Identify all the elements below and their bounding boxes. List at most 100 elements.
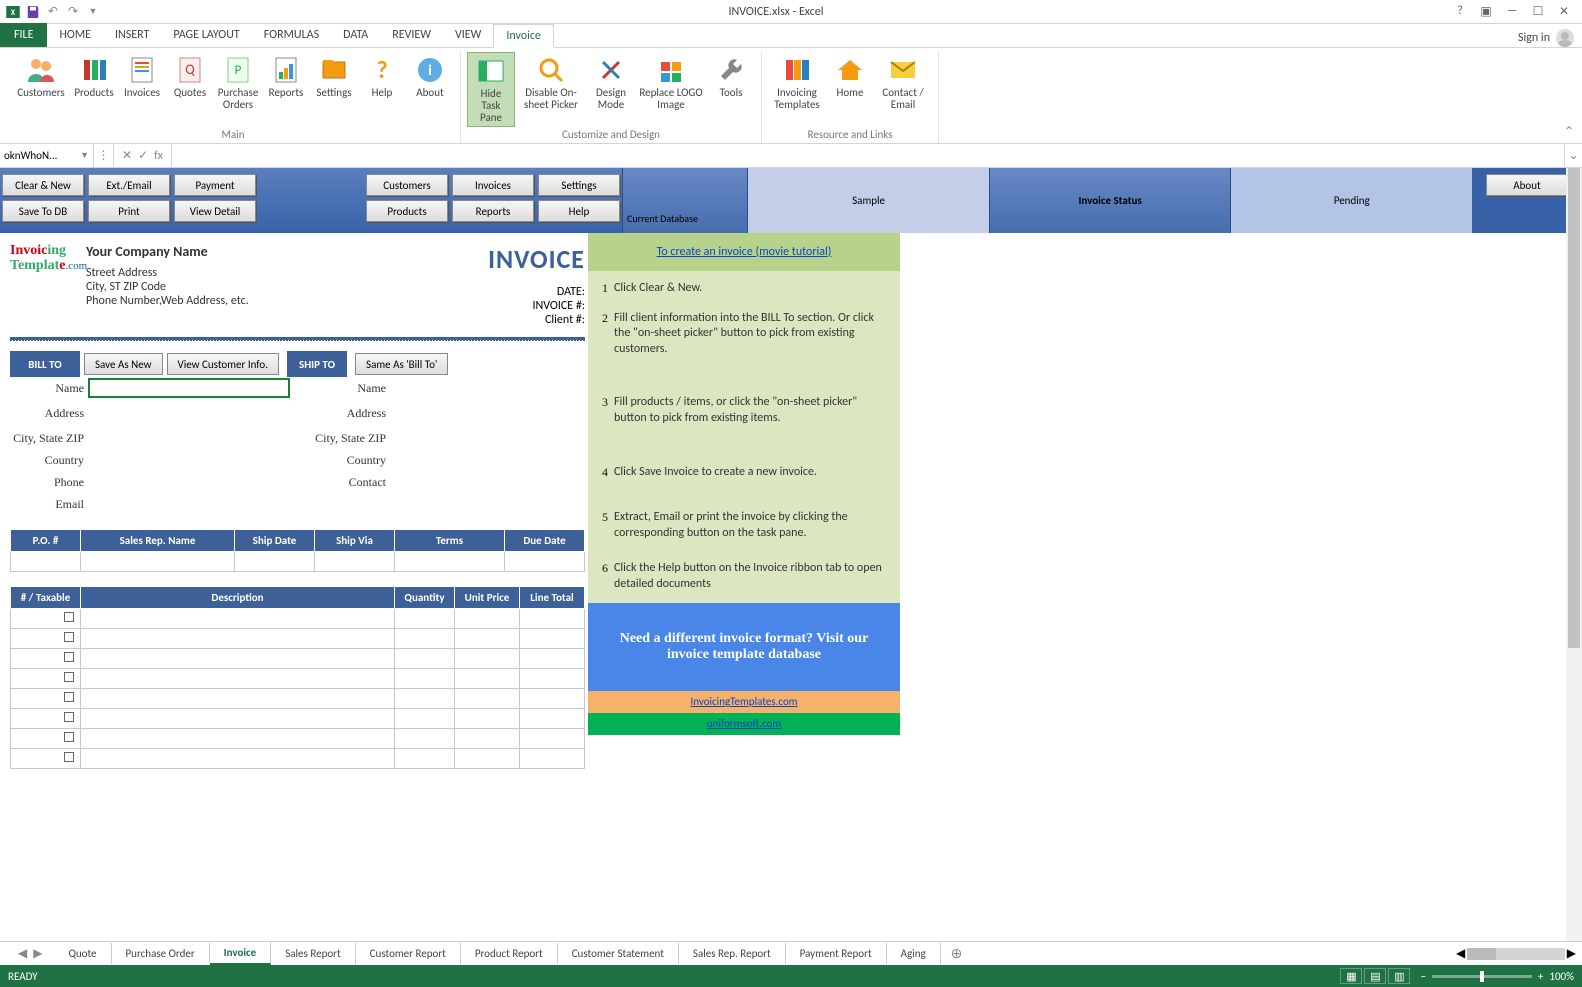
add-sheet-icon[interactable]: ⊕ [941, 945, 973, 962]
checkbox-icon[interactable] [64, 672, 74, 682]
undo-icon[interactable]: ↶ [44, 3, 62, 21]
formula-input[interactable] [172, 144, 1564, 167]
tab-data[interactable]: DATA [331, 23, 380, 47]
invoices-panel-button[interactable]: Invoices [452, 174, 534, 196]
help-icon[interactable]: ? [1450, 4, 1470, 19]
name-box[interactable]: ▼ [0, 144, 94, 167]
tab-review[interactable]: REVIEW [380, 23, 443, 47]
sign-in[interactable]: Sign in [1518, 29, 1582, 47]
tab-view[interactable]: VIEW [443, 23, 493, 47]
about-button[interactable]: iAbout [406, 52, 454, 113]
tab-formulas[interactable]: FORMULAS [252, 23, 331, 47]
help-panel-button[interactable]: Help [538, 200, 620, 222]
hide-task-pane-button[interactable]: Hide Task Pane [467, 52, 515, 127]
save-as-new-button[interactable]: Save As New [84, 353, 163, 375]
sheet-sales-report[interactable]: Sales Report [271, 943, 355, 964]
disable-picker-button[interactable]: Disable On-sheet Picker [515, 52, 587, 127]
checkbox-icon[interactable] [64, 652, 74, 662]
checkbox-icon[interactable] [64, 692, 74, 702]
products-panel-button[interactable]: Products [366, 200, 448, 222]
same-as-bill-button[interactable]: Same As 'Bill To' [355, 353, 448, 375]
zoom-value[interactable]: 100% [1549, 970, 1574, 983]
meta-invoice-no: INVOICE #: [488, 299, 585, 313]
customers-button[interactable]: Customers [12, 52, 70, 113]
page-break-icon[interactable]: ▥ [1388, 968, 1410, 984]
contact-button[interactable]: Contact / Email [874, 52, 932, 113]
qat-dropdown-icon[interactable]: ▼ [84, 3, 102, 21]
clear-new-button[interactable]: Clear & New [2, 174, 84, 196]
tab-page-layout[interactable]: PAGE LAYOUT [161, 23, 251, 47]
current-db-value: Sample [852, 194, 885, 207]
dropdown-icon[interactable]: ⋮ [98, 148, 110, 163]
home-button[interactable]: Home [826, 52, 874, 113]
redo-icon[interactable]: ↷ [64, 3, 82, 21]
sheet-product-report[interactable]: Product Report [461, 943, 558, 964]
print-button[interactable]: Print [88, 200, 170, 222]
invoices-button[interactable]: Invoices [118, 52, 166, 113]
name-input[interactable] [4, 149, 74, 162]
view-detail-button[interactable]: View Detail [174, 200, 256, 222]
sheet-quote[interactable]: Quote [54, 943, 111, 964]
normal-view-icon[interactable]: ▦ [1340, 968, 1362, 984]
file-tab[interactable]: FILE [0, 23, 47, 47]
ext-email-button[interactable]: Ext./Email [88, 174, 170, 196]
invoicing-templates-button[interactable]: Invoicing Templates [768, 52, 826, 113]
payment-button[interactable]: Payment [174, 174, 256, 196]
help-button[interactable]: ?Help [358, 52, 406, 113]
tab-invoice[interactable]: Invoice [493, 24, 554, 48]
reports-button[interactable]: Reports [262, 52, 310, 113]
purchase-orders-button[interactable]: PPurchase Orders [214, 52, 262, 113]
sheet-customer-report[interactable]: Customer Report [356, 943, 461, 964]
enter-formula-icon[interactable]: ✓ [138, 148, 148, 163]
minimize-icon[interactable]: — [1502, 4, 1522, 19]
expand-formula-icon[interactable]: ⌄ [1564, 144, 1582, 167]
checkbox-icon[interactable] [64, 632, 74, 642]
view-customer-button[interactable]: View Customer Info. [167, 353, 280, 375]
excel-icon: X [4, 3, 22, 21]
close-icon[interactable]: ✕ [1554, 4, 1574, 19]
settings-button[interactable]: Settings [310, 52, 358, 113]
reports-panel-button[interactable]: Reports [452, 200, 534, 222]
sheet-payment-report[interactable]: Payment Report [786, 943, 887, 964]
sheet-invoice[interactable]: Invoice [210, 942, 272, 965]
uniformsoft-link[interactable]: uniformsoft.com [707, 717, 781, 730]
checkbox-icon[interactable] [64, 752, 74, 762]
about-panel-button[interactable]: About [1486, 174, 1568, 196]
customers-panel-button[interactable]: Customers [366, 174, 448, 196]
fx-icon[interactable]: fx [154, 149, 163, 163]
sheet-aging[interactable]: Aging [887, 943, 941, 964]
quotes-button[interactable]: QQuotes [166, 52, 214, 113]
settings-panel-button[interactable]: Settings [538, 174, 620, 196]
cancel-formula-icon[interactable]: ✕ [122, 148, 132, 163]
products-button[interactable]: Products [70, 52, 118, 113]
ribbon-display-icon[interactable]: ▣ [1476, 4, 1496, 19]
invoicing-templates-link[interactable]: InvoicingTemplates.com [690, 695, 797, 708]
sheet-customer-statement[interactable]: Customer Statement [558, 943, 679, 964]
tab-home[interactable]: HOME [47, 23, 103, 47]
tutorial-link[interactable]: To create an invoice (movie tutorial) [657, 245, 832, 259]
next-sheet-icon[interactable]: ▶ [33, 946, 42, 961]
sheet-sales-rep-report[interactable]: Sales Rep. Report [679, 943, 786, 964]
save-to-db-button[interactable]: Save To DB [2, 200, 84, 222]
chevron-down-icon[interactable]: ▼ [80, 150, 89, 161]
tab-insert[interactable]: INSERT [103, 23, 161, 47]
save-icon[interactable] [24, 3, 42, 21]
collapse-ribbon-icon[interactable]: ⌃ [1564, 124, 1574, 139]
zoom-slider[interactable] [1432, 975, 1532, 978]
design-mode-button[interactable]: Design Mode [587, 52, 635, 127]
page-layout-icon[interactable]: ▤ [1364, 968, 1386, 984]
prev-sheet-icon[interactable]: ◀ [18, 946, 27, 961]
bill-name-input[interactable] [88, 378, 290, 398]
ribbon-group-customize: Hide Task Pane Disable On-sheet Picker D… [461, 52, 762, 143]
zoom-out-icon[interactable]: − [1420, 970, 1425, 983]
horizontal-scrollbar[interactable]: ◀▶ [1456, 946, 1576, 961]
checkbox-icon[interactable] [64, 612, 74, 622]
replace-logo-button[interactable]: Replace LOGO Image [635, 52, 707, 127]
vertical-scrollbar[interactable] [1566, 168, 1582, 941]
checkbox-icon[interactable] [64, 732, 74, 742]
sheet-purchase-order[interactable]: Purchase Order [112, 943, 210, 964]
tools-button[interactable]: Tools [707, 52, 755, 127]
maximize-icon[interactable]: ☐ [1528, 4, 1548, 19]
zoom-in-icon[interactable]: + [1538, 970, 1543, 983]
checkbox-icon[interactable] [64, 712, 74, 722]
